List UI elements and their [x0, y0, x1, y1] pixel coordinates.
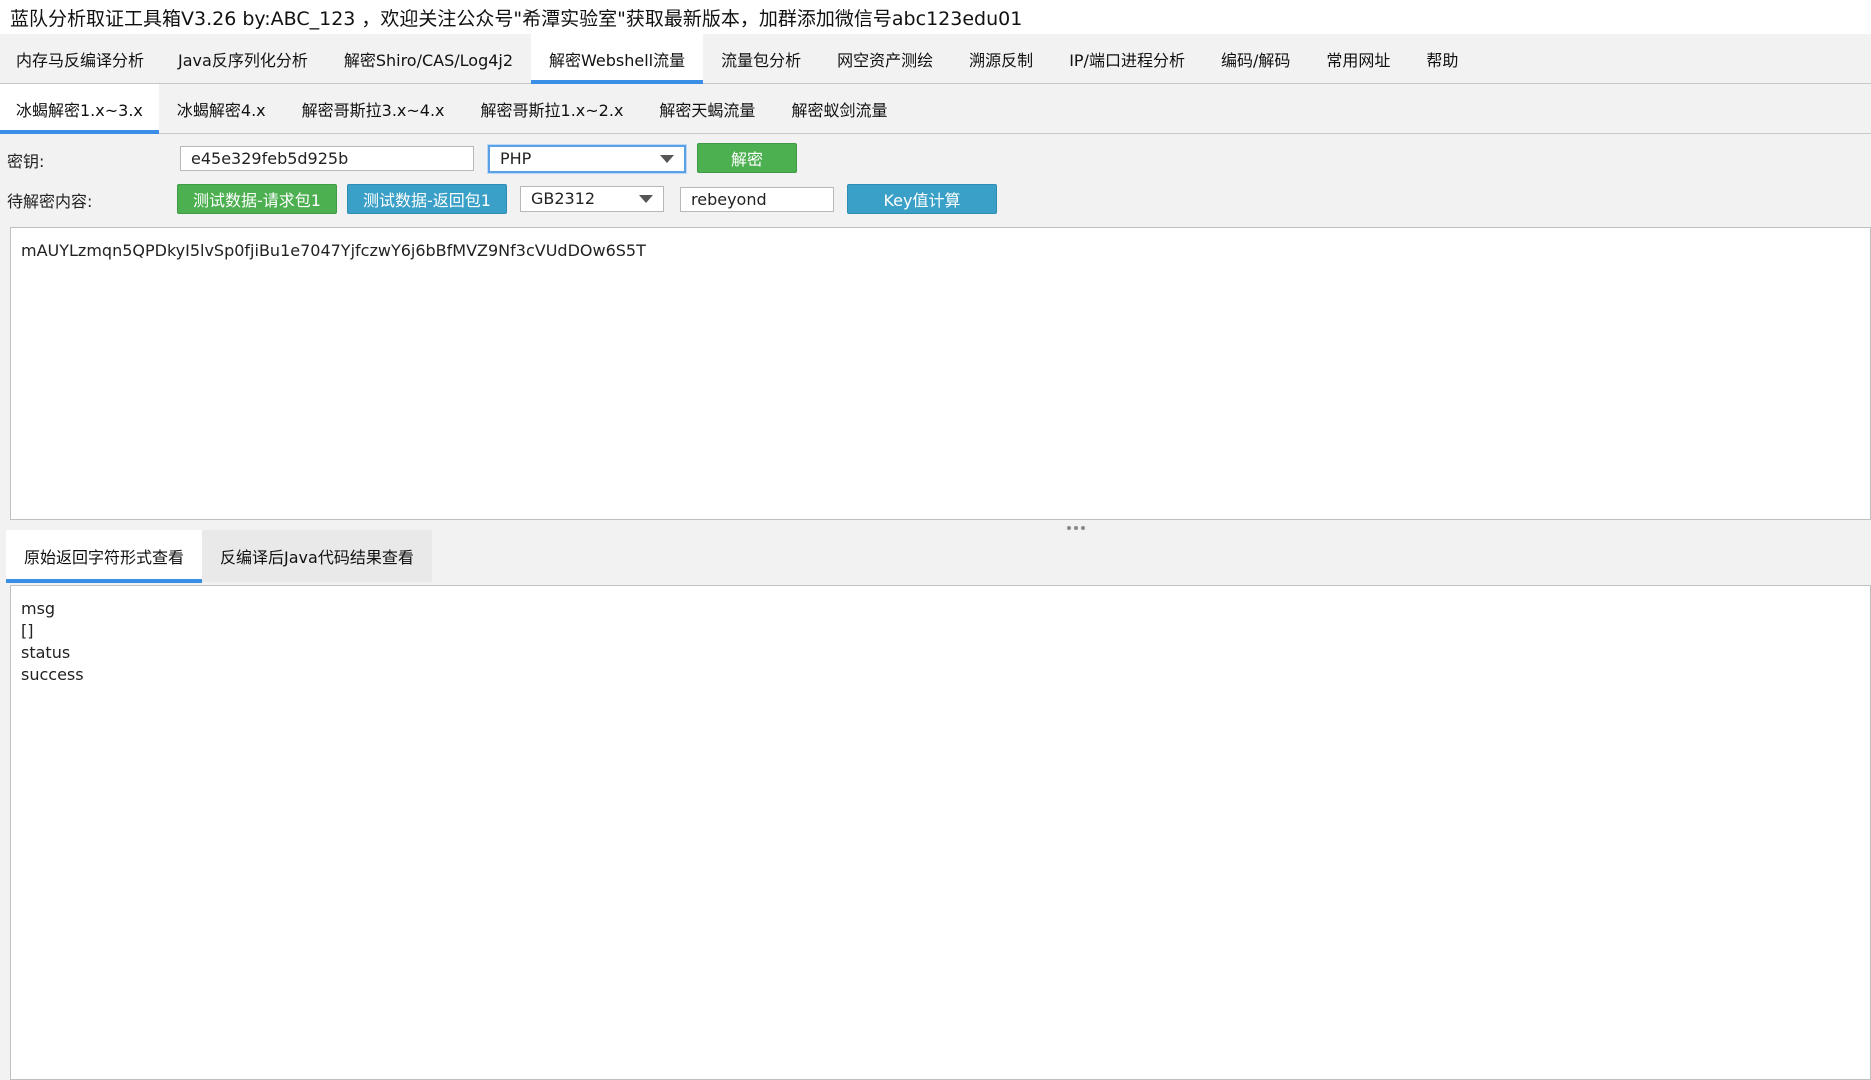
splitter-dot	[1067, 526, 1071, 530]
splitter-handle[interactable]	[1067, 526, 1085, 530]
output-textarea[interactable]: msg [] status success	[10, 585, 1871, 1080]
main-tabbar: 内存马反编译分析 Java反序列化分析 解密Shiro/CAS/Log4j2 解…	[0, 34, 1871, 84]
result-tabbar: 原始返回字符形式查看 反编译后Java代码结果查看	[6, 530, 432, 583]
tab-decrypt-webshell[interactable]: 解密Webshell流量	[531, 34, 704, 84]
subtab-behinder-1-3[interactable]: 冰蝎解密1.x~3.x	[0, 84, 159, 134]
decrypt-button[interactable]: 解密	[697, 143, 797, 173]
tab-pcap-analysis[interactable]: 流量包分析	[703, 34, 819, 83]
tab-memshell-decompile[interactable]: 内存马反编译分析	[0, 34, 160, 83]
ciphertext-textarea[interactable]: mAUYLzmqn5QPDkyI5lvSp0fjiBu1e7047YjfczwY…	[10, 227, 1871, 520]
language-select-value: PHP	[500, 149, 532, 168]
chevron-down-icon	[660, 155, 674, 163]
tab-traceback[interactable]: 溯源反制	[951, 34, 1051, 83]
tab-common-urls[interactable]: 常用网址	[1308, 34, 1408, 83]
subtab-behinder-4[interactable]: 冰蝎解密4.x	[159, 84, 284, 133]
content-label: 待解密内容:	[7, 192, 93, 211]
sub-tabbar: 冰蝎解密1.x~3.x 冰蝎解密4.x 解密哥斯拉3.x~4.x 解密哥斯拉1.…	[0, 84, 1871, 134]
subtab-tianxie[interactable]: 解密天蝎流量	[641, 84, 773, 133]
chevron-down-icon	[639, 195, 653, 203]
tab-help[interactable]: 帮助	[1408, 34, 1476, 83]
tab-encode-decode[interactable]: 编码/解码	[1203, 34, 1308, 83]
tab-raw-output[interactable]: 原始返回字符形式查看	[6, 530, 203, 583]
tab-asset-mapping[interactable]: 网空资产测绘	[819, 34, 951, 83]
encoding-select-value: GB2312	[531, 189, 596, 208]
test-request-button[interactable]: 测试数据-请求包1	[177, 184, 337, 214]
subtab-antsword[interactable]: 解密蚁剑流量	[773, 84, 905, 133]
test-response-button[interactable]: 测试数据-返回包1	[347, 184, 507, 214]
tab-decompiled-java[interactable]: 反编译后Java代码结果查看	[202, 530, 432, 582]
subtab-godzilla-3-4[interactable]: 解密哥斯拉3.x~4.x	[284, 84, 463, 133]
key-label: 密钥:	[7, 152, 45, 171]
language-select[interactable]: PHP	[488, 145, 686, 173]
window-title: 蓝队分析取证工具箱V3.26 by:ABC_123 ，欢迎关注公众号"希潭实验室…	[0, 0, 1871, 34]
key-calc-button[interactable]: Key值计算	[847, 184, 997, 214]
subtab-godzilla-1-2[interactable]: 解密哥斯拉1.x~2.x	[463, 84, 642, 133]
splitter-dot	[1081, 526, 1085, 530]
tab-ip-port-process[interactable]: IP/端口进程分析	[1051, 34, 1203, 83]
encoding-select[interactable]: GB2312	[520, 186, 664, 212]
key-input[interactable]: e45e329feb5d925b	[180, 146, 474, 171]
tab-decrypt-shiro[interactable]: 解密Shiro/CAS/Log4j2	[326, 34, 531, 83]
password-input[interactable]: rebeyond	[680, 187, 834, 212]
tab-java-deserialization[interactable]: Java反序列化分析	[160, 34, 326, 83]
splitter-dot	[1074, 526, 1078, 530]
